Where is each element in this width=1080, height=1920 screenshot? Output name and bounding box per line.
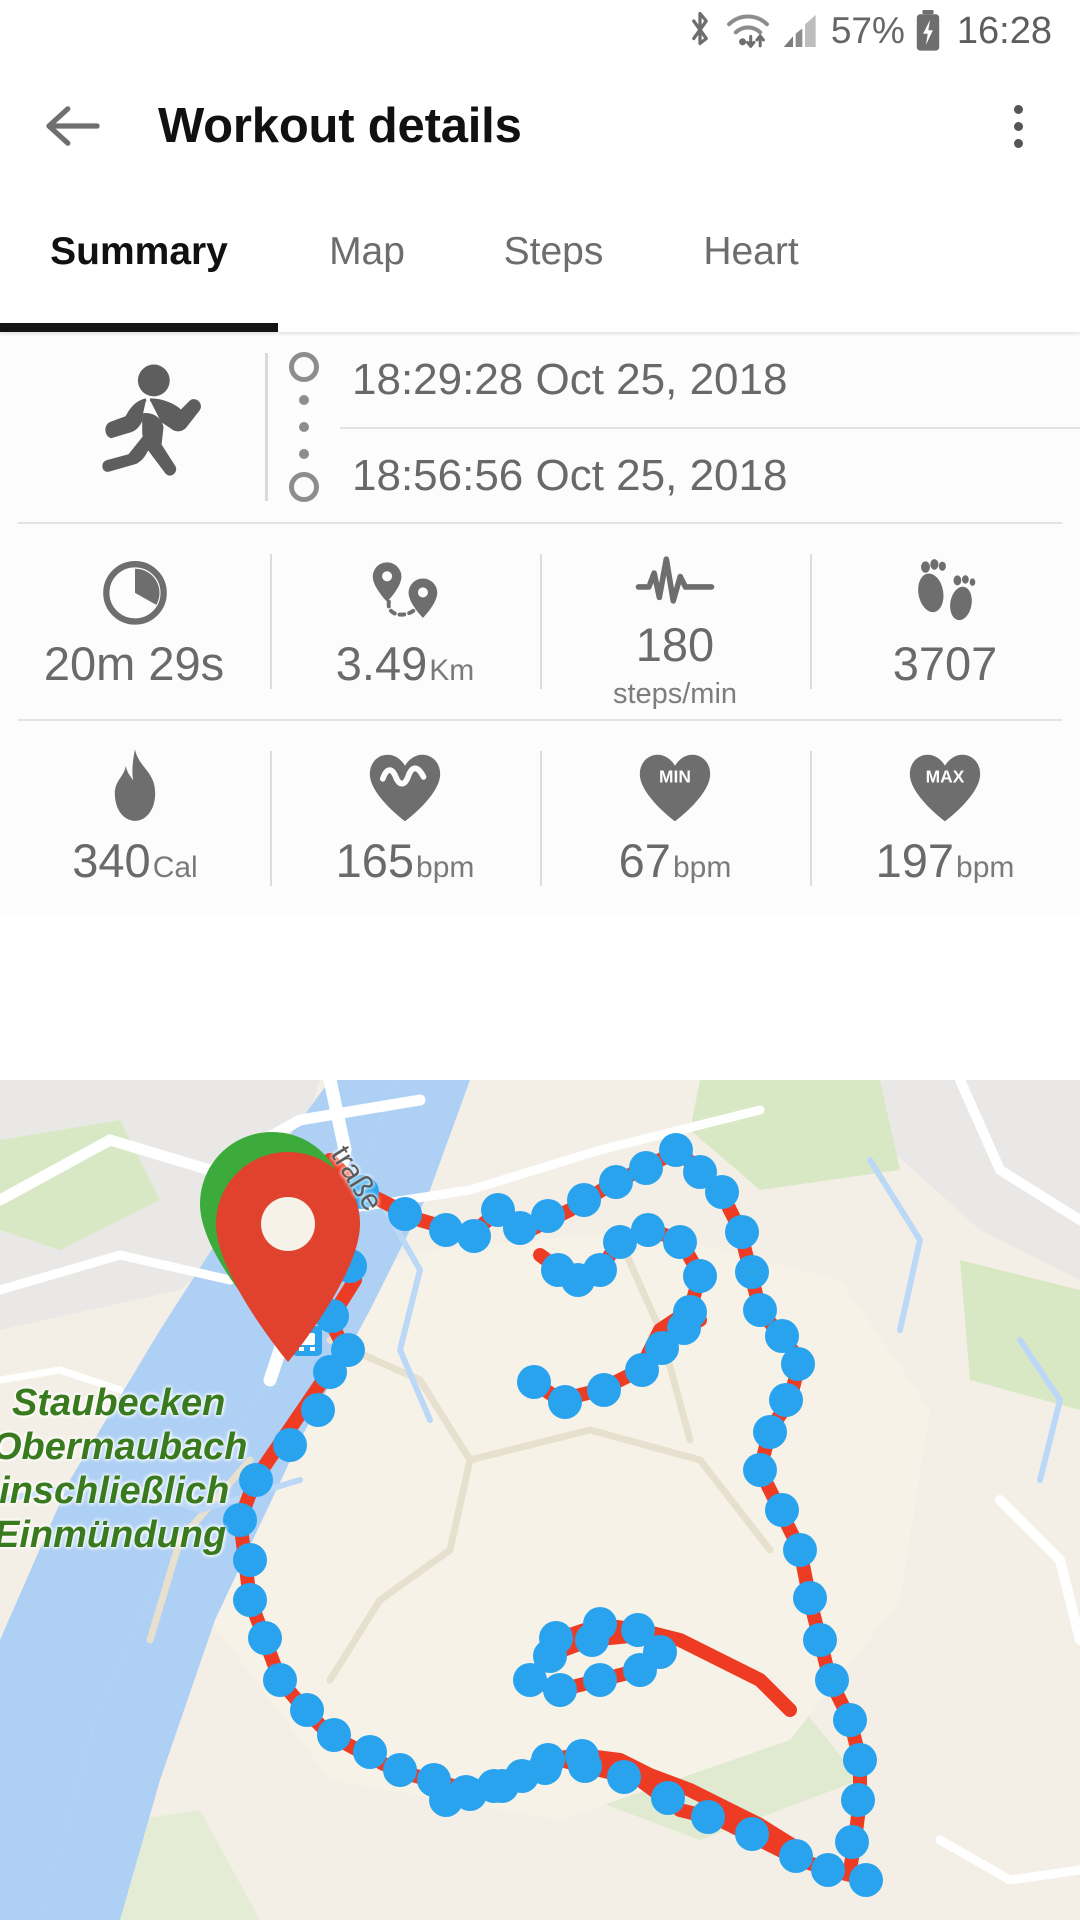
heart-min-badge-label: MIN <box>659 766 691 786</box>
heart-max-icon: MAX <box>906 749 984 825</box>
map-canvas <box>0 1080 1080 1920</box>
cadence-wave-icon <box>635 533 715 609</box>
workout-time-block: 18:29:28 Oct 25, 2018 18:56:56 Oct 25, 2… <box>0 332 1080 522</box>
app-bar: Workout details <box>0 62 1080 190</box>
flame-icon <box>102 749 168 825</box>
stats-row-secondary: 340 Cal 165 bpm MIN 67 bpm MAX 197 bpm <box>0 721 1080 916</box>
start-time-label: 18:29:28 Oct 25, 2018 <box>352 354 788 404</box>
stopwatch-icon <box>98 552 172 628</box>
stat-max-heartrate-value: 197 bpm <box>875 834 1015 887</box>
stat-duration: 20m 29s <box>0 524 270 719</box>
end-time-label: 18:56:56 Oct 25, 2018 <box>340 427 1080 522</box>
stat-avg-heartrate: 165 bpm <box>270 721 540 916</box>
wifi-icon <box>725 10 771 52</box>
status-bar: 57% 16:28 <box>0 0 1080 62</box>
cellular-signal-icon <box>781 10 821 52</box>
stat-min-heartrate-value: 67 bpm <box>618 834 732 887</box>
heart-max-badge-label: MAX <box>926 766 965 786</box>
stat-min-heartrate: MIN 67 bpm <box>540 721 810 916</box>
stat-calories-value: 340 Cal <box>72 834 198 887</box>
timeline-connector <box>268 347 340 507</box>
stats-row-primary: 20m 29s 3.49 Km 180 steps/min 3707 <box>0 524 1080 719</box>
heart-pulse-icon <box>366 749 444 825</box>
heart-min-icon: MIN <box>636 749 714 825</box>
page-title: Workout details <box>158 99 522 153</box>
back-button[interactable] <box>30 83 116 169</box>
overflow-menu-icon <box>1013 104 1023 114</box>
overflow-menu-button[interactable] <box>980 83 1056 169</box>
timeline-dots-icon <box>299 382 309 472</box>
bluetooth-icon <box>685 10 715 52</box>
stat-avg-heartrate-value: 165 bpm <box>335 834 475 887</box>
tab-bar: Summary Map Steps Heart <box>0 190 1080 332</box>
activity-type-cell <box>30 363 265 491</box>
end-ring-icon <box>289 472 319 502</box>
tab-map[interactable]: Map <box>278 190 456 332</box>
back-arrow-icon <box>46 106 100 146</box>
tab-steps[interactable]: Steps <box>456 190 651 332</box>
overflow-menu-icon <box>1013 121 1023 131</box>
workout-times: 18:29:28 Oct 25, 2018 18:56:56 Oct 25, 2… <box>340 332 1080 522</box>
tab-heart[interactable]: Heart <box>651 190 851 332</box>
tab-summary[interactable]: Summary <box>0 190 278 332</box>
active-tab-indicator <box>0 323 278 332</box>
route-pin-icon <box>362 552 448 628</box>
overflow-menu-icon <box>1013 138 1023 148</box>
stat-calories: 340 Cal <box>0 721 270 916</box>
route-map[interactable]: Staubecken Obermaubach einschließlich Ei… <box>0 1080 1080 1920</box>
battery-percent-label: 57% <box>830 10 905 51</box>
workout-details-screen: 57% 16:28 Workout details Summary Map St… <box>0 0 1080 1920</box>
battery-charging-icon <box>915 10 941 52</box>
status-clock: 16:28 <box>956 9 1052 52</box>
stat-distance-value: 3.49 Km <box>335 637 475 690</box>
footsteps-icon <box>906 552 984 628</box>
stat-duration-value: 20m 29s <box>43 637 225 690</box>
stat-distance: 3.49 Km <box>270 524 540 719</box>
running-person-icon <box>101 364 201 476</box>
stat-steps-value: 3707 <box>892 637 998 690</box>
stat-max-heartrate: MAX 197 bpm <box>810 721 1080 916</box>
stat-cadence-unit: steps/min <box>612 677 738 710</box>
start-ring-icon <box>289 352 319 382</box>
stat-cadence: 180 steps/min <box>540 524 810 719</box>
stat-cadence-value: 180 <box>635 617 715 671</box>
summary-panel: 18:29:28 Oct 25, 2018 18:56:56 Oct 25, 2… <box>0 332 1080 916</box>
stat-steps: 3707 <box>810 524 1080 719</box>
